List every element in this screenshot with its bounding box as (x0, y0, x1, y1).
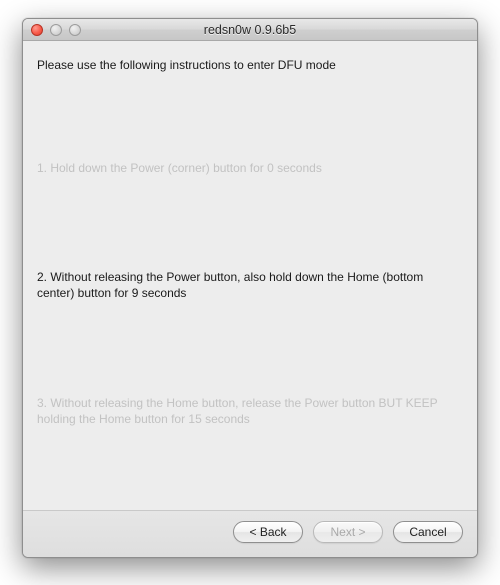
next-button: Next > (313, 521, 383, 543)
window-controls (23, 24, 81, 36)
step-1: 1. Hold down the Power (corner) button f… (37, 160, 463, 176)
steps-list: 1. Hold down the Power (corner) button f… (37, 79, 463, 510)
back-button[interactable]: < Back (233, 521, 303, 543)
step-2: 2. Without releasing the Power button, a… (37, 269, 463, 301)
zoom-icon[interactable] (69, 24, 81, 36)
close-icon[interactable] (31, 24, 43, 36)
minimize-icon[interactable] (50, 24, 62, 36)
window-title: redsn0w 0.9.6b5 (23, 23, 477, 37)
cancel-button[interactable]: Cancel (393, 521, 463, 543)
content-area: Please use the following instructions to… (23, 41, 477, 510)
step-3: 3. Without releasing the Home button, re… (37, 395, 463, 427)
instruction-text: Please use the following instructions to… (37, 57, 463, 73)
app-window: redsn0w 0.9.6b5 Please use the following… (22, 18, 478, 558)
titlebar: redsn0w 0.9.6b5 (23, 19, 477, 41)
footer: < Back Next > Cancel (23, 510, 477, 557)
